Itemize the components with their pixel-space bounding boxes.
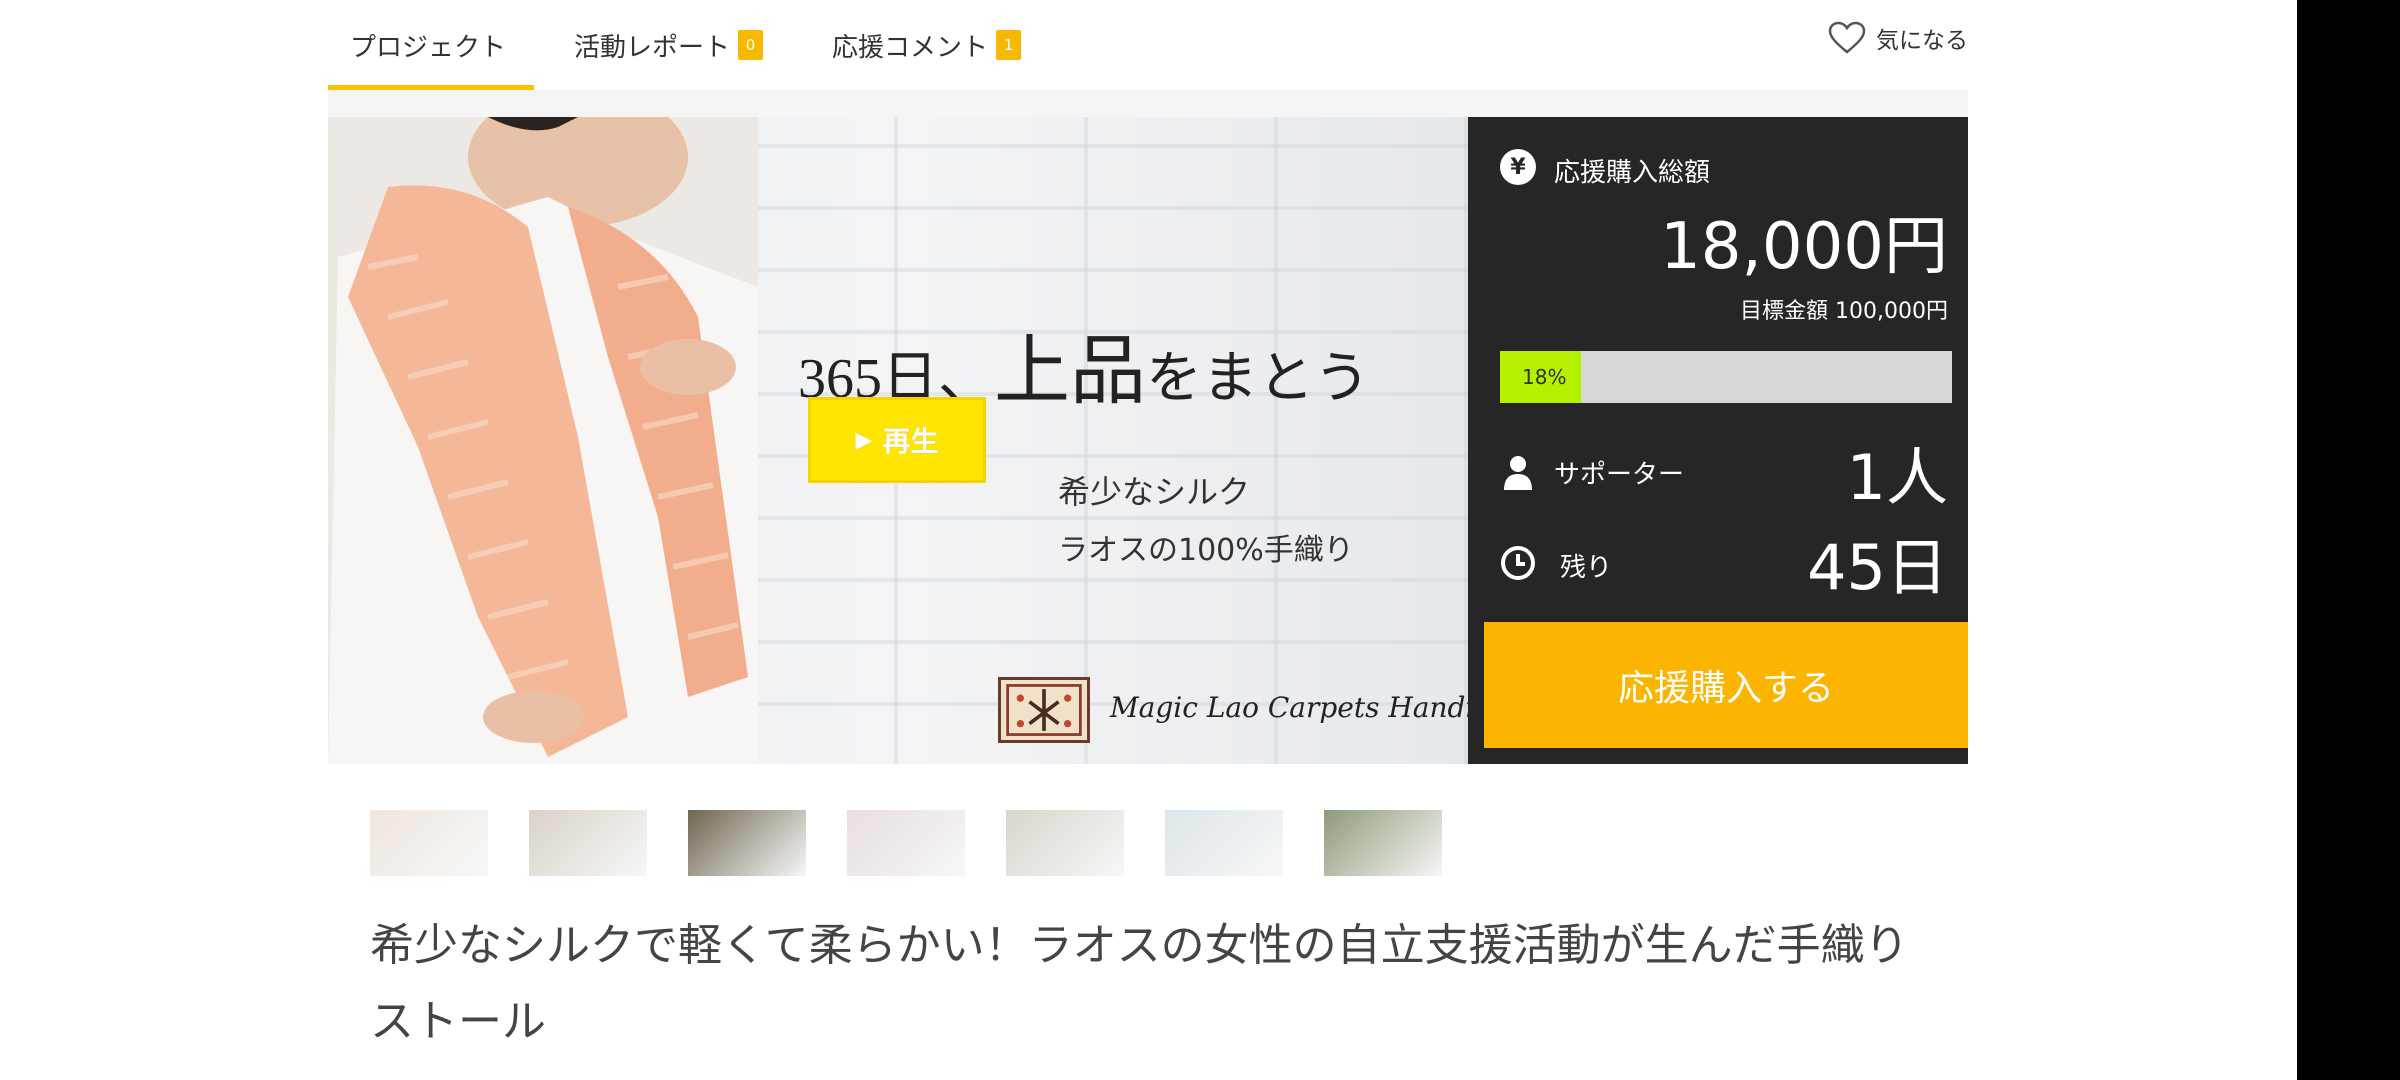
thumbnail-3[interactable] <box>688 810 806 876</box>
goal-amount: 目標金額 100,000円 <box>1740 299 1948 324</box>
brand-logo-image <box>998 677 1090 743</box>
play-icon: ▶ <box>855 427 873 453</box>
count-badge: 1 <box>996 30 1022 60</box>
clock-icon <box>1500 545 1536 581</box>
tab-activity-report[interactable]: 活動レポート 0 <box>574 0 764 90</box>
thumbnail-6[interactable] <box>1165 810 1283 876</box>
thumbnail-1[interactable] <box>370 810 488 876</box>
play-video-button[interactable]: ▶ 再生 <box>808 397 986 483</box>
tab-label: プロジェクト <box>350 32 507 63</box>
user-icon <box>1500 454 1536 490</box>
tab-divider-band <box>328 90 1968 117</box>
tab-bar: プロジェクト 活動レポート 0 応援コメント 1 気になる <box>328 0 1968 90</box>
hero-subtext-2: ラオスの100%手織り <box>1058 533 1354 568</box>
tab-label: 活動レポート <box>574 32 731 63</box>
supporters-label: サポーター <box>1554 460 1685 490</box>
count-badge: 0 <box>738 30 764 60</box>
favorite-button[interactable]: 気になる <box>1828 0 1968 76</box>
progress-bar: 18% <box>1500 351 1952 403</box>
project-title: 希少なシルクで軽くて柔らかい！ラオスの女性の自立支援活動が生んだ手織りストール <box>370 920 1909 1047</box>
play-label: 再生 <box>882 425 939 458</box>
remaining-label: 残り <box>1560 553 1613 583</box>
total-amount-value: 18,000円 <box>1660 210 1948 284</box>
thumbnail-7[interactable] <box>1324 810 1442 876</box>
heart-icon <box>1828 21 1866 54</box>
tab-support-comments[interactable]: 応援コメント 1 <box>832 0 1022 90</box>
progress-percent: 18% <box>1522 365 1567 389</box>
hero-image[interactable]: 365日、上品をまとう ▶ 再生 希少なシルク ラオスの100%手織り Magi… <box>328 117 1468 764</box>
support-purchase-button[interactable]: 応援購入する <box>1484 622 1968 748</box>
model-wearing-stole-image <box>328 117 758 764</box>
tab-label: 応援コメント <box>832 32 989 63</box>
headline-emphasis: 上品 <box>994 330 1146 414</box>
yen-icon: ¥ <box>1500 149 1536 185</box>
supporters-value: 1人 <box>1846 441 1948 514</box>
remaining-value: 45日 <box>1807 531 1948 604</box>
favorite-label: 気になる <box>1876 28 1968 54</box>
tab-project[interactable]: プロジェクト <box>350 0 506 90</box>
thumbnail-5[interactable] <box>1006 810 1124 876</box>
thumbnail-2[interactable] <box>529 810 647 876</box>
thumbnail-4[interactable] <box>847 810 965 876</box>
headline-part-b: をまとう <box>1146 348 1370 410</box>
right-edge-black-bar <box>2297 0 2400 1080</box>
brand-name: Magic Lao Carpets Handicrafts <box>1110 691 1468 724</box>
hero-subtext-1: 希少なシルク <box>1058 473 1251 511</box>
total-amount-label: 応援購入総額 <box>1554 158 1711 188</box>
funding-stats-panel: ¥ 応援購入総額 18,000円 目標金額 100,000円 18% サポーター… <box>1468 117 1968 764</box>
